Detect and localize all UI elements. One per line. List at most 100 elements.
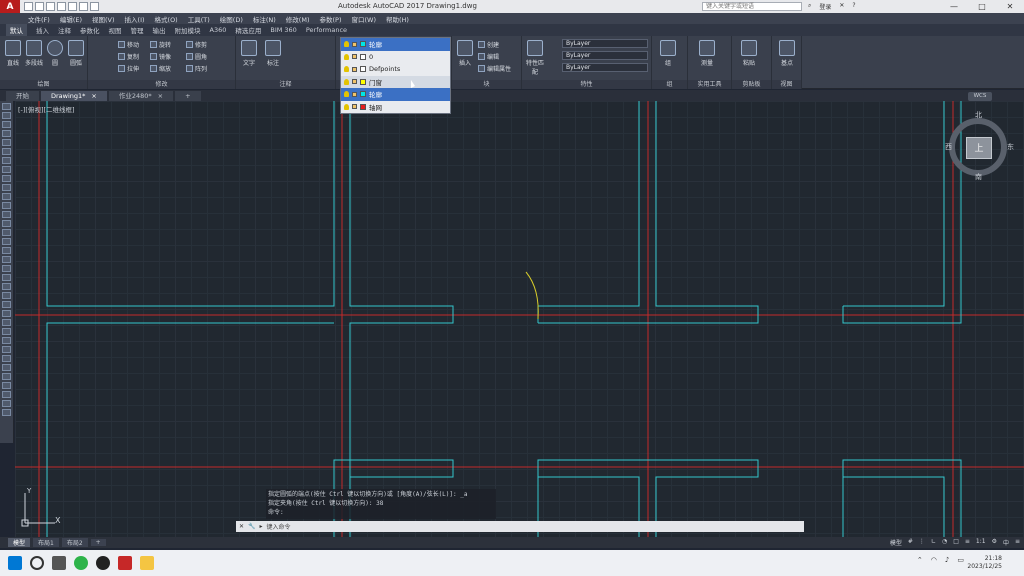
tray-up-icon[interactable]: ⌃ [917, 556, 923, 564]
point-icon[interactable] [2, 220, 11, 227]
mirror-tool[interactable]: 镜像 [150, 52, 171, 61]
settings-icon[interactable]: ⚙ [992, 538, 997, 547]
region-icon[interactable] [2, 247, 11, 254]
menu-icon[interactable]: ≡ [1015, 538, 1020, 547]
tab-layout1[interactable]: 布局1 [33, 538, 59, 547]
insert-block-icon[interactable] [2, 202, 11, 209]
save-as-icon[interactable] [57, 2, 66, 11]
compass-west[interactable]: 西 [945, 142, 952, 152]
ellipse-icon[interactable] [2, 184, 11, 191]
media-icon[interactable] [96, 556, 110, 570]
hatch-icon[interactable] [2, 229, 11, 236]
layer-row-defpoints[interactable]: Defpoints [341, 63, 450, 76]
layer-lock-icon[interactable] [352, 79, 357, 85]
text-tool[interactable]: 文字 [238, 40, 260, 67]
offset-icon[interactable] [2, 301, 11, 308]
tab-manage[interactable]: 管理 [131, 25, 144, 35]
erase-icon[interactable] [2, 274, 11, 281]
polyline-tool[interactable]: 多段线 [23, 40, 45, 67]
layer-on-icon[interactable] [344, 41, 349, 48]
scale-tool[interactable]: 缩放 [150, 64, 171, 73]
menu-parametric[interactable]: 参数(P) [319, 14, 341, 24]
make-block-icon[interactable] [2, 211, 11, 218]
recent-commands-icon[interactable]: ▸ [260, 523, 263, 530]
minimize-button[interactable]: — [940, 0, 968, 13]
array-tool[interactable]: 阵列 [186, 64, 207, 73]
compass-south[interactable]: 南 [975, 172, 982, 182]
help-icon[interactable]: ? [852, 2, 855, 11]
menu-help[interactable]: 帮助(H) [386, 14, 409, 24]
construction-line-icon[interactable] [2, 112, 11, 119]
save-icon[interactable] [46, 2, 55, 11]
system-clock[interactable]: 21:18 2023/12/25 [967, 555, 1002, 571]
menu-window[interactable]: 窗口(W) [351, 14, 376, 24]
scale-icon[interactable] [2, 337, 11, 344]
search-input[interactable]: 键入关键字或短语 [702, 2, 802, 11]
tab-drawing1[interactable]: Drawing1* × [41, 91, 107, 101]
command-input[interactable]: 键入命令 [267, 522, 291, 531]
tab-layout2[interactable]: 布局2 [61, 538, 88, 547]
tab-performance[interactable]: Performance [306, 26, 347, 34]
group-tool[interactable]: 组 [657, 40, 679, 67]
layer-on-icon[interactable] [344, 53, 349, 60]
menu-dimension[interactable]: 标注(N) [253, 14, 276, 24]
menu-format[interactable]: 格式(O) [155, 14, 178, 24]
compass-east[interactable]: 东 [1007, 142, 1014, 152]
redo-icon[interactable] [90, 2, 99, 11]
menu-insert[interactable]: 插入(I) [125, 14, 145, 24]
lineweight-combo[interactable]: ByLayer [562, 63, 648, 72]
match-properties-tool[interactable]: 特性匹配 [524, 40, 546, 76]
clipboard-panel-title[interactable]: 剪贴板 [732, 80, 771, 89]
trim-tool[interactable]: 修剪 [186, 40, 207, 49]
polyline-icon[interactable] [2, 121, 11, 128]
polar-icon[interactable]: ◔ [942, 538, 947, 547]
menu-modify[interactable]: 修改(M) [286, 14, 310, 24]
line-tool[interactable]: 直线 [2, 40, 24, 67]
chat-icon[interactable] [74, 556, 88, 570]
break-icon[interactable] [2, 373, 11, 380]
stretch-tool[interactable]: 拉伸 [118, 64, 139, 73]
exchange-icon[interactable]: ✕ [839, 2, 844, 11]
add-layout-button[interactable]: + [90, 539, 106, 546]
groups-panel-title[interactable]: 组 [652, 80, 687, 89]
chamfer-icon[interactable] [2, 391, 11, 398]
new-file-icon[interactable] [24, 2, 33, 11]
layer-row-outline[interactable]: 轮廓 [341, 88, 450, 101]
layer-dropdown[interactable]: 轮廓 0 Defpoints 门窗 轮廓 轴网 [340, 37, 451, 114]
paste-tool[interactable]: 粘贴 [738, 40, 760, 67]
rectangle-icon[interactable] [2, 139, 11, 146]
menu-draw[interactable]: 绘图(D) [220, 14, 243, 24]
join-icon[interactable] [2, 382, 11, 389]
snap-icon[interactable]: ⋮ [919, 538, 925, 547]
annotation-panel-title[interactable]: 注释 [236, 80, 335, 89]
polygon-icon[interactable] [2, 130, 11, 137]
revcloud-icon[interactable] [2, 166, 11, 173]
linetype-combo[interactable]: ByLayer [562, 51, 648, 60]
tab-output[interactable]: 输出 [153, 25, 166, 35]
layer-on-icon[interactable] [344, 78, 349, 85]
menu-view[interactable]: 视图(V) [92, 14, 115, 24]
layer-lock-icon[interactable] [352, 54, 357, 60]
explode-icon[interactable] [2, 409, 11, 416]
osnap-icon[interactable]: □ [953, 538, 959, 547]
close-tab-icon[interactable]: × [158, 91, 163, 101]
viewcube-top-face[interactable]: 上 [966, 137, 992, 159]
layer-row-doors[interactable]: 门窗 [341, 75, 450, 88]
layer-row-axis[interactable]: 轴网 [341, 101, 450, 114]
circle-icon[interactable] [2, 157, 11, 164]
layer-on-icon[interactable] [344, 103, 349, 110]
autocad-taskbar-icon[interactable] [118, 556, 132, 570]
gradient-icon[interactable] [2, 238, 11, 245]
menu-file[interactable]: 文件(F) [28, 14, 50, 24]
annotation-scale[interactable]: 1:1 [976, 538, 986, 547]
tab-model[interactable]: 模型 [8, 538, 31, 547]
insert-tool[interactable]: 插入 [454, 40, 476, 67]
view-panel-title[interactable]: 视图 [772, 80, 801, 89]
new-tab-button[interactable]: + [175, 91, 201, 101]
circle-tool[interactable]: 圆 [44, 40, 66, 67]
close-command-icon[interactable]: ✕ [239, 523, 244, 530]
input-method[interactable]: 中 [1003, 538, 1009, 547]
arc-tool[interactable]: 圆弧 [65, 40, 87, 67]
tab-start[interactable]: 开始 [6, 91, 39, 101]
viewport-controls[interactable]: [-][俯视][二维线框] [18, 104, 75, 114]
